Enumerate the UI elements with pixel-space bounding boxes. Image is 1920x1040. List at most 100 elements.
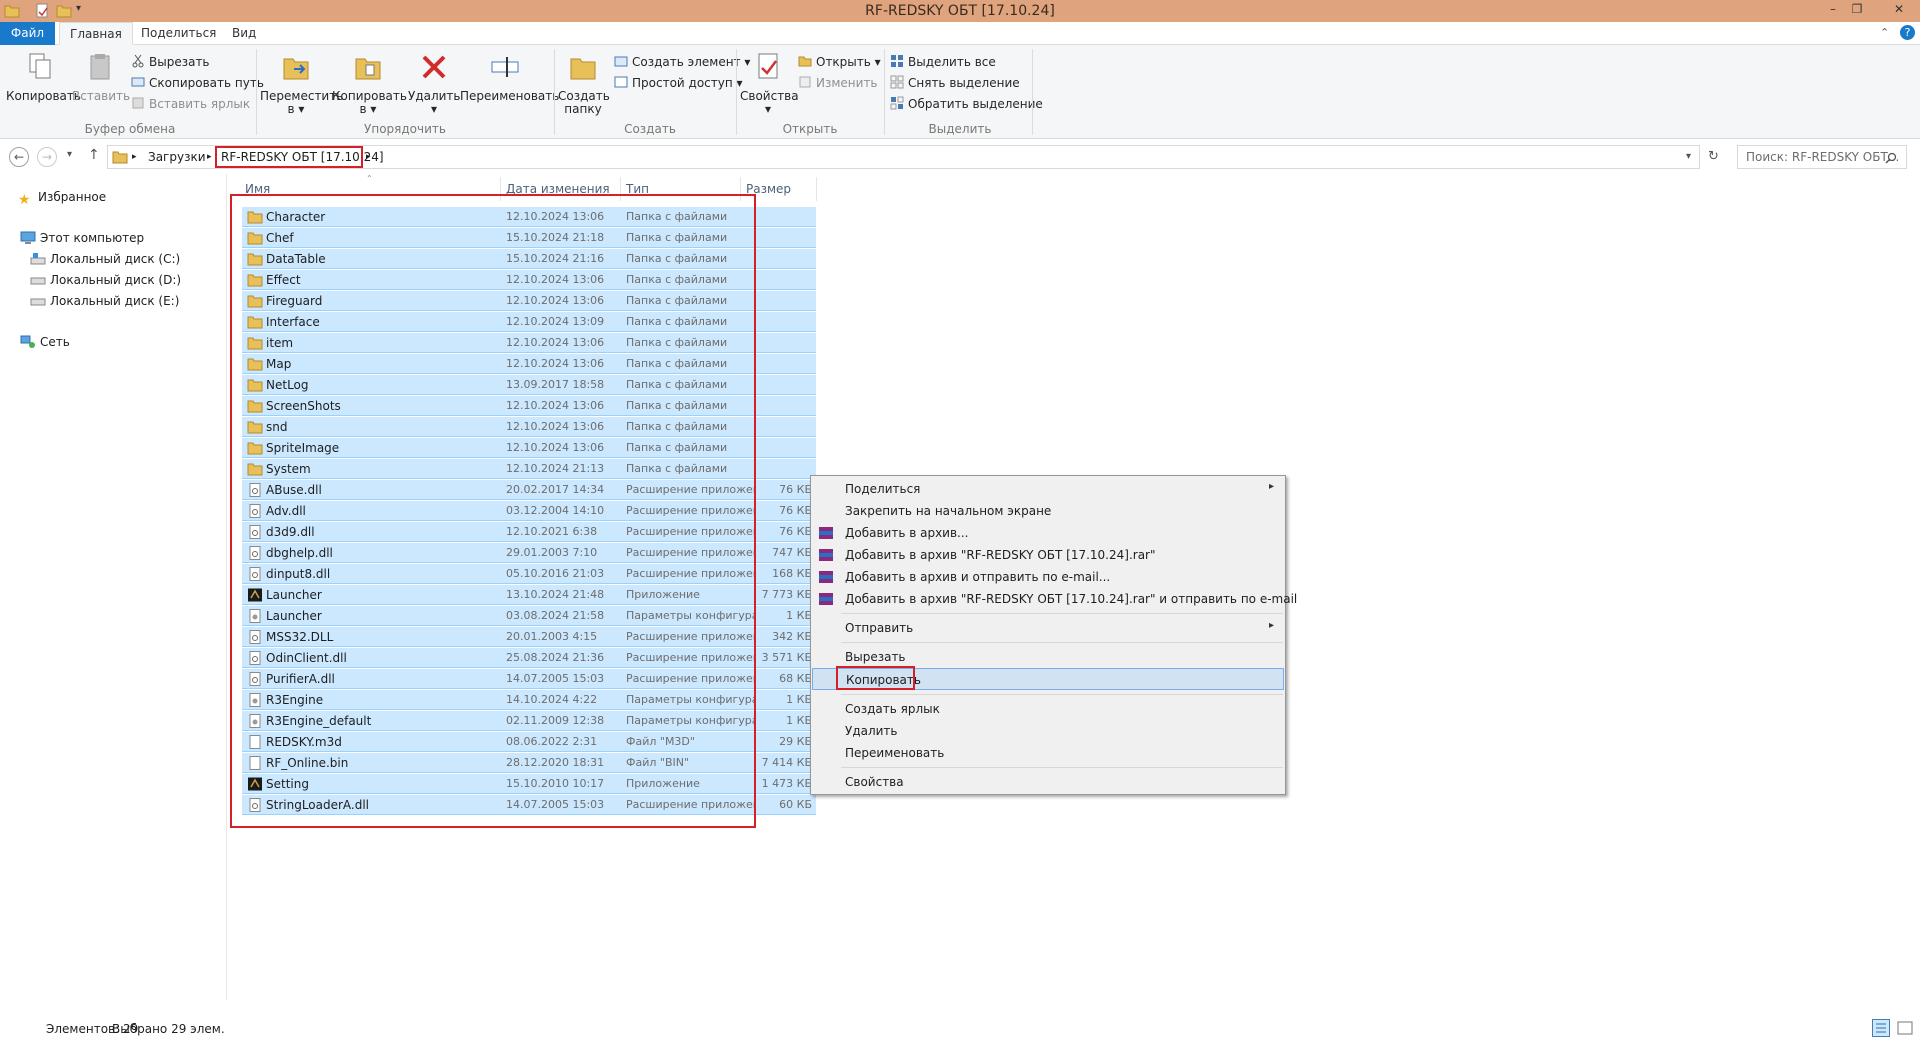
select-none-button[interactable]: Снять выделение xyxy=(890,74,1020,92)
menu-item-rename[interactable]: Переименовать xyxy=(812,742,1284,764)
navigation-pane: ★ Избранное Этот компьютер Локальный диск… xyxy=(0,180,226,1000)
forward-button[interactable]: → xyxy=(37,147,57,167)
menu-item-add-rar-email[interactable]: Добавить в архив "RF-REDSKY ОБТ [17.10.2… xyxy=(812,588,1297,610)
ribbon-tabs: Файл Главная Поделиться Вид ⌃ ? xyxy=(0,22,1920,45)
copy-path-icon xyxy=(131,77,145,87)
easy-access-button[interactable]: Простой доступ ▾ xyxy=(614,74,743,92)
rename-button[interactable]: Переименовать xyxy=(460,51,559,103)
tab-share[interactable]: Поделиться xyxy=(131,22,226,45)
drive-icon xyxy=(30,298,46,306)
tab-view[interactable]: Вид xyxy=(222,22,266,45)
collapse-ribbon-icon[interactable]: ⌃ xyxy=(1880,26,1889,39)
delete-x-icon xyxy=(422,55,446,79)
properties-icon xyxy=(758,53,778,79)
edit-icon xyxy=(799,76,811,88)
menu-item-cut[interactable]: Вырезать xyxy=(812,646,1284,668)
menu-item-delete[interactable]: Удалить xyxy=(812,720,1284,742)
copy-highlight-box xyxy=(836,666,915,690)
new-item-icon xyxy=(614,56,628,67)
help-icon[interactable]: ? xyxy=(1900,25,1915,40)
menu-item-properties[interactable]: Свойства xyxy=(812,771,1284,793)
select-all-icon xyxy=(891,55,903,67)
invert-selection-button[interactable]: Обратить выделение xyxy=(890,95,1043,113)
winrar-icon xyxy=(819,549,833,561)
submenu-arrow-icon: ▸ xyxy=(1268,620,1274,631)
menu-item-add-archive[interactable]: Добавить в архив... xyxy=(812,522,1284,544)
search-input[interactable]: Поиск: RF-REDSKY ОБТ... xyxy=(1737,145,1907,169)
nav-drive-e[interactable]: Локальный диск (E:) xyxy=(30,291,179,311)
nav-network[interactable]: Сеть xyxy=(20,332,70,352)
refresh-icon[interactable]: ↻ xyxy=(1708,149,1719,164)
group-label-organize: Упорядочить xyxy=(364,122,446,136)
new-folder-button[interactable]: Создать папку xyxy=(558,51,610,116)
nav-favorites[interactable]: ★ Избранное xyxy=(18,187,106,208)
pane-splitter[interactable] xyxy=(226,174,227,1000)
file-size: 342 КБ xyxy=(772,630,812,643)
file-size: 60 КБ xyxy=(779,798,812,811)
selection-highlight-box xyxy=(230,194,756,828)
title-bar: ▾ RF-REDSKY ОБТ [17.10.24] – ❐ ✕ xyxy=(0,0,1920,22)
address-dropdown-icon[interactable]: ▾ xyxy=(1686,151,1691,162)
file-size: 7 773 КБ xyxy=(761,588,812,601)
breadcrumb-downloads[interactable]: Загрузки xyxy=(148,150,206,164)
winrar-icon xyxy=(819,593,833,605)
nav-drive-d[interactable]: Локальный диск (D:) xyxy=(30,270,181,290)
nav-this-pc[interactable]: Этот компьютер xyxy=(20,228,144,248)
cut-button[interactable]: Вырезать xyxy=(131,53,210,71)
new-folder-icon xyxy=(570,58,596,80)
large-icons-view-icon[interactable] xyxy=(1896,1019,1914,1037)
delete-button[interactable]: Удалить ▾ xyxy=(408,51,461,116)
edit-button[interactable]: Изменить xyxy=(798,74,878,92)
properties-button[interactable]: Свойства ▾ xyxy=(740,51,799,116)
move-to-button[interactable]: Переместить в ▾ xyxy=(260,51,343,116)
paste-button[interactable]: Вставить xyxy=(72,51,130,103)
window-title: RF-REDSKY ОБТ [17.10.24] xyxy=(865,3,1055,19)
close-button[interactable]: ✕ xyxy=(1888,2,1910,18)
crumb-separator-icon: ▸ xyxy=(366,152,371,162)
menu-item-add-email[interactable]: Добавить в архив и отправить по e-mail..… xyxy=(812,566,1284,588)
file-size: 76 КБ xyxy=(779,525,812,538)
group-separator xyxy=(554,49,555,135)
group-label-new: Создать xyxy=(624,122,676,136)
submenu-arrow-icon: ▸ xyxy=(1268,481,1274,492)
copy-button[interactable]: Копировать xyxy=(6,51,81,103)
group-label-clipboard: Буфер обмена xyxy=(84,122,176,136)
copy-to-button[interactable]: Копировать в ▾ xyxy=(332,51,407,116)
paste-shortcut-button[interactable]: Вставить ярлык xyxy=(131,95,250,113)
file-size: 747 КБ xyxy=(772,546,812,559)
maximize-button[interactable]: ❐ xyxy=(1846,2,1868,18)
file-size: 7 414 КБ xyxy=(761,756,812,769)
drive-icon xyxy=(30,277,46,285)
select-all-button[interactable]: Выделить все xyxy=(890,53,996,71)
menu-item-pin-start[interactable]: Закрепить на начальном экране xyxy=(812,500,1284,522)
file-size: 68 КБ xyxy=(779,672,812,685)
star-icon: ★ xyxy=(18,192,31,208)
copy-to-icon xyxy=(355,58,381,80)
group-separator xyxy=(256,49,257,135)
file-size: 168 КБ xyxy=(772,567,812,580)
minimize-button[interactable]: – xyxy=(1822,2,1844,18)
nav-drive-c[interactable]: Локальный диск (C:) xyxy=(30,249,180,269)
file-size: 1 КБ xyxy=(786,714,812,727)
status-bar: Элементов: 29 Выбрано 29 элем. xyxy=(0,1016,1920,1040)
up-button[interactable]: ↑ xyxy=(88,147,100,163)
recent-locations-icon[interactable]: ▾ xyxy=(67,149,72,160)
paste-shortcut-icon xyxy=(132,97,144,109)
back-button[interactable]: ← xyxy=(9,147,29,167)
menu-separator xyxy=(841,767,1283,768)
open-button[interactable]: Открыть ▾ xyxy=(798,53,881,71)
details-view-icon[interactable] xyxy=(1872,1019,1890,1037)
menu-item-add-rar[interactable]: Добавить в архив "RF-REDSKY ОБТ [17.10.2… xyxy=(812,544,1284,566)
group-separator xyxy=(884,49,885,135)
tab-home[interactable]: Главная xyxy=(59,22,133,45)
menu-item-create-shortcut[interactable]: Создать ярлык xyxy=(812,698,1284,720)
menu-item-send-to[interactable]: Отправить ▸ xyxy=(812,617,1284,639)
new-item-button[interactable]: Создать элемент ▾ xyxy=(614,53,750,71)
tab-file[interactable]: Файл xyxy=(0,22,55,45)
copy-path-button[interactable]: Скопировать путь xyxy=(131,74,264,92)
menu-item-share[interactable]: Поделиться ▸ xyxy=(812,478,1284,500)
address-highlight-box xyxy=(215,146,363,168)
column-separator[interactable] xyxy=(816,177,817,201)
rename-icon xyxy=(491,57,519,77)
winrar-icon xyxy=(819,571,833,583)
